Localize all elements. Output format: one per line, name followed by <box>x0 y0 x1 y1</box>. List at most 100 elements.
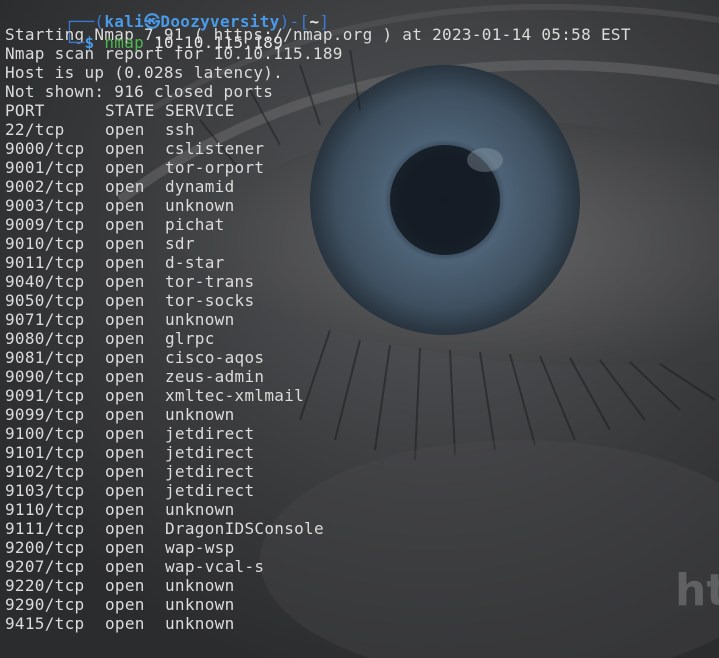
port-cell: 9415/tcp <box>5 614 85 633</box>
port-cell: 9001/tcp <box>5 158 85 177</box>
output-not-shown: Not shown: 916 closed ports <box>5 82 274 101</box>
port-cell: 22/tcp <box>5 120 65 139</box>
table-row: 9100/tcp open jetdirect <box>5 424 631 443</box>
header-state: STATE <box>105 101 155 120</box>
port-cell: 9002/tcp <box>5 177 85 196</box>
port-cell: 9011/tcp <box>5 253 85 272</box>
port-cell: 9080/tcp <box>5 329 85 348</box>
service-cell: dynamid <box>165 177 235 196</box>
port-cell: 9081/tcp <box>5 348 85 367</box>
table-row: 9003/tcp open unknown <box>5 196 631 215</box>
terminal-output: ┌──(kali㉿Doozyversity)-[~] └─$ nmap 10.1… <box>5 1 631 633</box>
state-cell: open <box>105 196 145 215</box>
state-cell: open <box>105 481 145 500</box>
port-cell: 9102/tcp <box>5 462 85 481</box>
port-cell: 9110/tcp <box>5 500 85 519</box>
state-cell: open <box>105 215 145 234</box>
service-cell: jetdirect <box>165 424 255 443</box>
service-cell: cslistener <box>165 139 265 158</box>
state-cell: open <box>105 348 145 367</box>
service-cell: unknown <box>165 310 235 329</box>
state-cell: open <box>105 234 145 253</box>
service-cell: sdr <box>165 234 195 253</box>
service-cell: ssh <box>165 120 195 139</box>
port-cell: 9003/tcp <box>5 196 85 215</box>
table-row: 9040/tcp open tor-trans <box>5 272 631 291</box>
service-cell: wap-vcal-s <box>165 557 265 576</box>
command-argument: 10.10.115.189 <box>154 33 284 52</box>
table-row: 9050/tcp open tor-socks <box>5 291 631 310</box>
service-cell: tor-socks <box>165 291 255 310</box>
table-row: 9111/tcp open DragonIDSConsole <box>5 519 631 538</box>
service-cell: d-star <box>165 253 225 272</box>
terminal-window[interactable]: ht ┌──(kali㉿Doozyversity)-[~] └─$ nmap 1… <box>0 0 719 658</box>
state-cell: open <box>105 538 145 557</box>
state-cell: open <box>105 500 145 519</box>
state-cell: open <box>105 576 145 595</box>
state-cell: open <box>105 139 145 158</box>
table-row: 9000/tcp open cslistener <box>5 139 631 158</box>
table-row: 9207/tcp open wap-vcal-s <box>5 557 631 576</box>
port-cell: 9071/tcp <box>5 310 85 329</box>
service-cell: tor-orport <box>165 158 265 177</box>
port-table: 22/tcp open ssh 9000/tcp open cslistener 9001/… <box>5 120 631 633</box>
port-cell: 9000/tcp <box>5 139 85 158</box>
service-cell: unknown <box>165 614 235 633</box>
state-cell: open <box>105 443 145 462</box>
state-cell: open <box>105 367 145 386</box>
port-cell: 9100/tcp <box>5 424 85 443</box>
table-row: 9103/tcp open jetdirect <box>5 481 631 500</box>
service-cell: glrpc <box>165 329 215 348</box>
service-cell: zeus-admin <box>165 367 265 386</box>
output-host-status: Host is up (0.028s latency). <box>5 63 284 82</box>
state-cell: open <box>105 310 145 329</box>
service-cell: unknown <box>165 405 235 424</box>
table-row: 9090/tcp open zeus-admin <box>5 367 631 386</box>
service-cell: unknown <box>165 595 235 614</box>
state-cell: open <box>105 253 145 272</box>
service-cell: wap-wsp <box>165 538 235 557</box>
table-row: 22/tcp open ssh <box>5 120 631 139</box>
table-row: 9102/tcp open jetdirect <box>5 462 631 481</box>
state-cell: open <box>105 595 145 614</box>
table-row: 9200/tcp open wap-wsp <box>5 538 631 557</box>
table-row: 9415/tcp open unknown <box>5 614 631 633</box>
table-row: 9011/tcp open d-star <box>5 253 631 272</box>
header-service: SERVICE <box>165 101 235 120</box>
service-cell: jetdirect <box>165 443 255 462</box>
port-cell: 9220/tcp <box>5 576 85 595</box>
table-row: 9099/tcp open unknown <box>5 405 631 424</box>
table-row: 9290/tcp open unknown <box>5 595 631 614</box>
port-cell: 9010/tcp <box>5 234 85 253</box>
table-row: 9010/tcp open sdr <box>5 234 631 253</box>
prompt-dollar: $ <box>84 33 95 52</box>
port-cell: 9200/tcp <box>5 538 85 557</box>
state-cell: open <box>105 614 145 633</box>
state-cell: open <box>105 519 145 538</box>
port-cell: 9290/tcp <box>5 595 85 614</box>
port-cell: 9009/tcp <box>5 215 85 234</box>
table-row: 9101/tcp open jetdirect <box>5 443 631 462</box>
prompt-tree-bottom: └─ <box>64 33 85 52</box>
table-row: 9110/tcp open unknown <box>5 500 631 519</box>
table-row: 9091/tcp open xmltec-xmlmail <box>5 386 631 405</box>
port-cell: 9091/tcp <box>5 386 85 405</box>
port-cell: 9101/tcp <box>5 443 85 462</box>
command-name: nmap <box>104 33 145 52</box>
wallpaper-text: ht <box>675 565 719 616</box>
table-row: 9002/tcp open dynamid <box>5 177 631 196</box>
state-cell: open <box>105 177 145 196</box>
prompt-line-2[interactable]: └─$ nmap 10.10.115.189 <box>5 14 631 52</box>
prompt-line-1: ┌──(kali㉿Doozyversity)-[~] <box>5 0 631 31</box>
port-cell: 9099/tcp <box>5 405 85 424</box>
port-cell: 9103/tcp <box>5 481 85 500</box>
port-cell: 9040/tcp <box>5 272 85 291</box>
port-cell: 9111/tcp <box>5 519 85 538</box>
state-cell: open <box>105 462 145 481</box>
service-cell: cisco-aqos <box>165 348 265 367</box>
service-cell: jetdirect <box>165 481 255 500</box>
service-cell: DragonIDSConsole <box>165 519 324 538</box>
table-row: 9081/tcp open cisco-aqos <box>5 348 631 367</box>
table-row: 9071/tcp open unknown <box>5 310 631 329</box>
port-cell: 9090/tcp <box>5 367 85 386</box>
